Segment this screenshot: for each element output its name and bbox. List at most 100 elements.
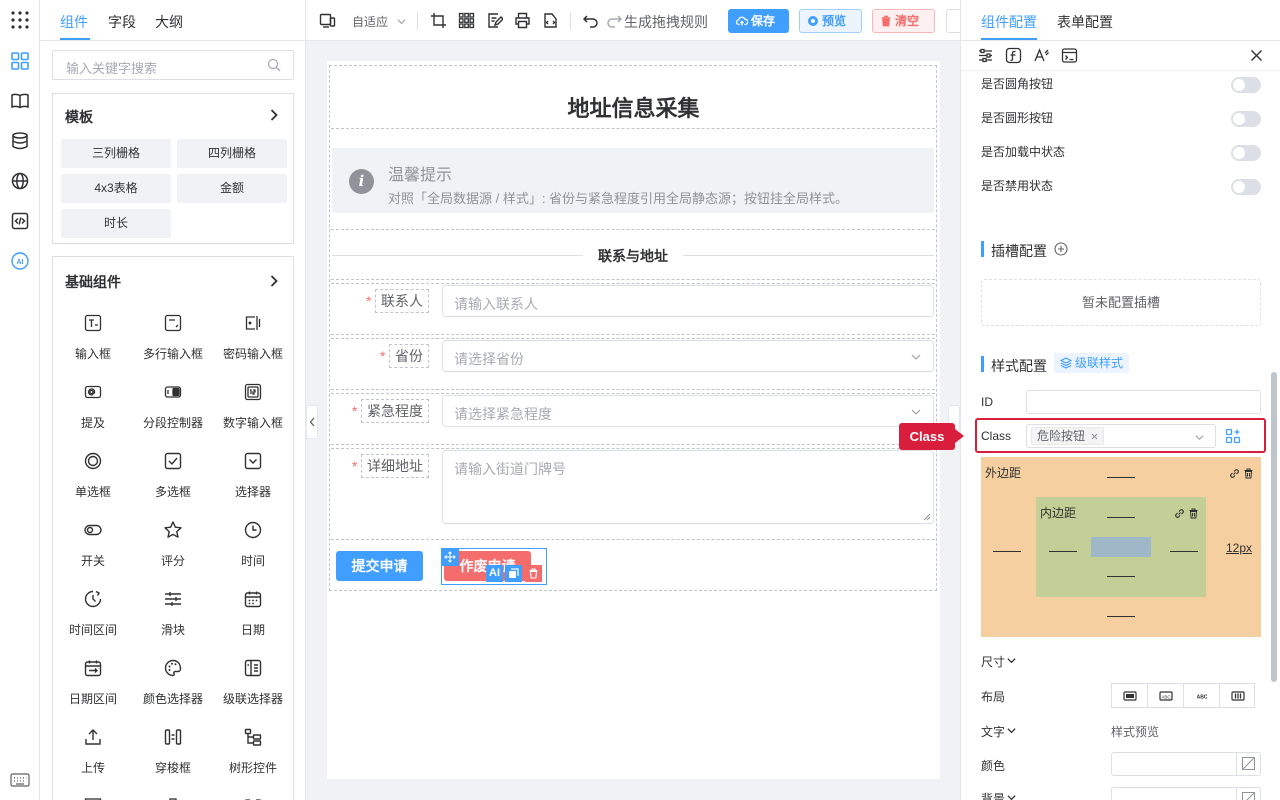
- component-date-range[interactable]: 日期区间: [53, 658, 133, 727]
- component-upload[interactable]: 上传: [53, 727, 133, 796]
- id-input[interactable]: [1026, 390, 1261, 414]
- component-cascader[interactable]: 级联选择器: [213, 658, 293, 727]
- circle-button-switch[interactable]: [1231, 111, 1261, 127]
- disabled-state-switch[interactable]: [1231, 179, 1261, 195]
- font-style-icon[interactable]: [1033, 47, 1050, 64]
- display-inline-option[interactable]: ABC: [1147, 683, 1184, 708]
- resize-handle-icon[interactable]: [923, 513, 931, 521]
- cascade-style-button[interactable]: 级联样式: [1054, 353, 1130, 373]
- margin-top-value[interactable]: [1107, 477, 1135, 478]
- config-scrollbar[interactable]: [1271, 372, 1277, 682]
- component-textarea[interactable]: 多行输入框: [133, 313, 213, 382]
- component-color-picker[interactable]: 颜色选择器: [133, 658, 213, 727]
- sliders-icon[interactable]: [977, 47, 994, 64]
- grid-icon[interactable]: [458, 12, 475, 29]
- padding-top-value[interactable]: [1107, 517, 1135, 518]
- save-button[interactable]: 保存: [728, 9, 789, 33]
- submit-button[interactable]: 提交申请: [336, 551, 423, 581]
- slot-empty-placeholder[interactable]: 暂未配置插槽: [981, 279, 1261, 326]
- edit-icon[interactable]: [486, 12, 503, 29]
- component-select[interactable]: 选择器: [213, 451, 293, 520]
- terminal-icon[interactable]: [1061, 47, 1078, 64]
- link-icon[interactable]: [1174, 508, 1185, 519]
- component-search-input[interactable]: 输入关键字搜索: [52, 50, 294, 80]
- generate-drag-rule-button[interactable]: 生成拖拽规则: [624, 12, 708, 32]
- round-button-switch[interactable]: [1231, 77, 1261, 93]
- delete-action-button[interactable]: [525, 565, 542, 582]
- template-item[interactable]: 4x3表格: [61, 174, 171, 203]
- address-textarea[interactable]: 请输入街道门牌号: [442, 450, 934, 524]
- chevron-down-icon[interactable]: [396, 16, 407, 27]
- copy-action-button[interactable]: [505, 565, 522, 582]
- clear-button[interactable]: 清空: [872, 9, 935, 33]
- padding-bottom-value[interactable]: [1107, 576, 1135, 577]
- book-icon[interactable]: [10, 91, 30, 111]
- template-item[interactable]: 四列栅格: [177, 139, 287, 168]
- tab-fields[interactable]: 字段: [108, 12, 136, 32]
- contact-input[interactable]: 请输入联系人: [442, 285, 934, 317]
- component-date[interactable]: 日期: [213, 589, 293, 658]
- code-icon[interactable]: [10, 211, 30, 231]
- component-mention[interactable]: 提及: [53, 382, 133, 451]
- background-picker-trigger[interactable]: [1236, 788, 1260, 800]
- apps-grid-icon[interactable]: [10, 10, 30, 30]
- collapse-left-panel-handle[interactable]: [306, 405, 318, 439]
- loading-state-switch[interactable]: [1231, 145, 1261, 161]
- chevron-right-icon[interactable]: [267, 108, 281, 122]
- component-switch[interactable]: 开关: [53, 520, 133, 589]
- chevron-down-icon[interactable]: [1006, 655, 1017, 666]
- component-checkbox[interactable]: 多选框: [133, 451, 213, 520]
- keyboard-icon[interactable]: [10, 772, 30, 788]
- trash-icon[interactable]: [1243, 468, 1254, 479]
- background-label[interactable]: 背景: [981, 790, 1005, 800]
- color-picker-trigger[interactable]: [1236, 753, 1260, 775]
- template-item[interactable]: 时长: [61, 209, 171, 238]
- component-segmented[interactable]: 分段控制器: [133, 382, 213, 451]
- component-password[interactable]: 密码输入框: [213, 313, 293, 382]
- close-icon[interactable]: [1250, 49, 1263, 62]
- print-icon[interactable]: [514, 12, 531, 29]
- padding-left-value[interactable]: [1049, 551, 1077, 552]
- component-transfer[interactable]: 穿梭框: [133, 727, 213, 796]
- margin-bottom-value[interactable]: [1107, 616, 1135, 617]
- redo-icon[interactable]: [606, 12, 623, 29]
- tab-outline[interactable]: 大纲: [155, 12, 183, 32]
- component-input[interactable]: 输入框: [53, 313, 133, 382]
- database-icon[interactable]: [10, 131, 30, 151]
- display-block-option[interactable]: [1111, 683, 1148, 708]
- component-time[interactable]: 时间: [213, 520, 293, 589]
- component-tree[interactable]: 树形控件: [213, 727, 293, 796]
- component-time-range[interactable]: 时间区间: [53, 589, 133, 658]
- size-label[interactable]: 尺寸: [981, 653, 1005, 670]
- background-input[interactable]: [1111, 787, 1261, 800]
- crop-icon[interactable]: [430, 12, 447, 29]
- component-rate[interactable]: 评分: [133, 520, 213, 589]
- display-flex-option[interactable]: [1219, 683, 1255, 708]
- trash-icon[interactable]: [1188, 508, 1199, 519]
- component-slider[interactable]: 滑块: [133, 589, 213, 658]
- color-input[interactable]: [1111, 752, 1261, 776]
- chevron-down-icon[interactable]: [1006, 725, 1017, 736]
- link-icon[interactable]: [1229, 468, 1240, 479]
- add-slot-icon[interactable]: [1054, 242, 1068, 256]
- chevron-down-icon[interactable]: [1006, 792, 1017, 800]
- drag-handle[interactable]: [441, 548, 459, 566]
- undo-icon[interactable]: [582, 12, 599, 29]
- component-number[interactable]: 数字输入框: [213, 382, 293, 451]
- json-icon[interactable]: [542, 12, 559, 29]
- component-radio[interactable]: 单选框: [53, 451, 133, 520]
- margin-right-value[interactable]: 12px: [1226, 541, 1252, 555]
- template-item[interactable]: 三列栅格: [61, 139, 171, 168]
- province-select[interactable]: 请选择省份: [442, 340, 934, 372]
- padding-right-value[interactable]: [1170, 551, 1198, 552]
- globe-icon[interactable]: [10, 171, 30, 191]
- device-mode-select[interactable]: 自适应: [352, 13, 388, 30]
- device-icon[interactable]: [319, 12, 336, 29]
- text-label[interactable]: 文字: [981, 723, 1005, 740]
- components-icon[interactable]: [10, 51, 30, 71]
- tab-components[interactable]: 组件: [60, 12, 88, 32]
- ai-action-button[interactable]: AI: [486, 565, 503, 582]
- template-item[interactable]: 金额: [177, 174, 287, 203]
- ai-assistant-icon[interactable]: AI: [10, 251, 30, 271]
- urgency-select[interactable]: 请选择紧急程度: [442, 395, 934, 427]
